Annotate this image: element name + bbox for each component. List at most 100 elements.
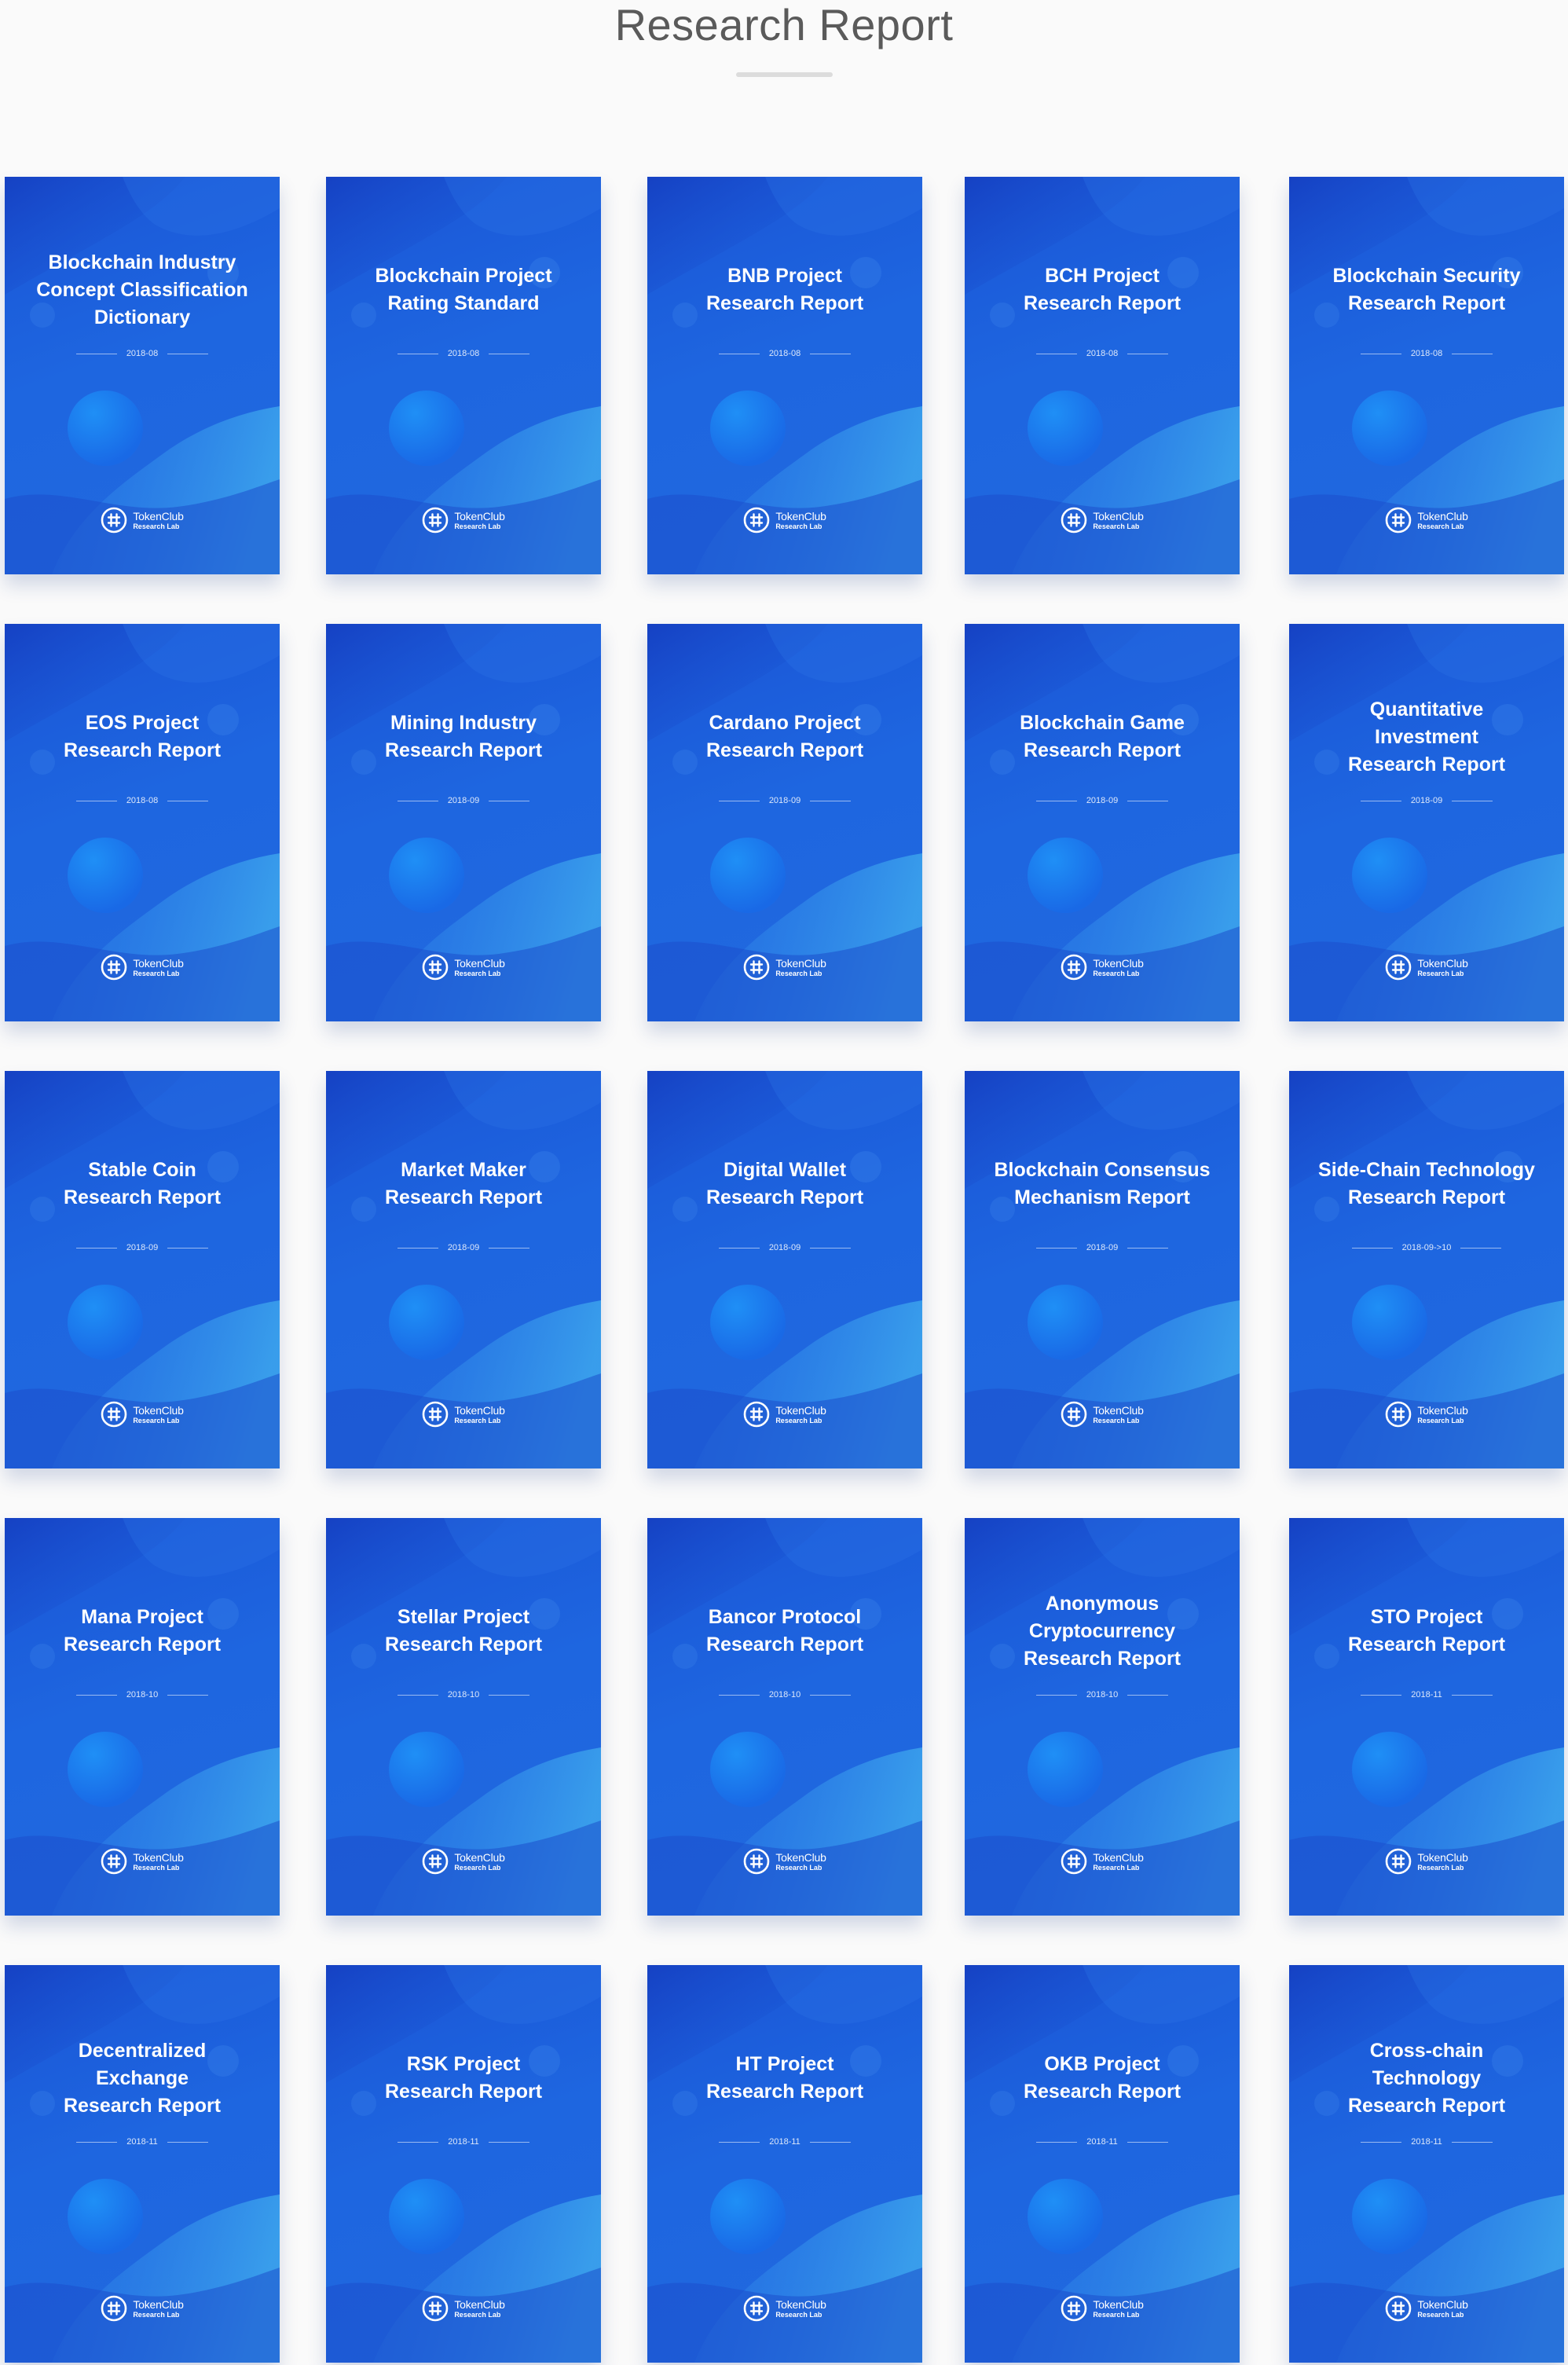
- brand-sub: Research Lab: [454, 522, 501, 530]
- cover-brand: TokenClub Research Lab: [326, 954, 601, 981]
- date-rule-right: [1451, 2141, 1493, 2143]
- cover-title: Cardano Project Research Report: [705, 712, 864, 761]
- cover-date-line: 2018-11: [326, 2136, 601, 2147]
- cover-date-line: 2018-09: [326, 1242, 601, 1253]
- cover-date-line: 2018-11: [647, 2136, 922, 2147]
- brand-text: TokenClub Research Lab: [133, 1852, 184, 1872]
- brand-text: TokenClub Research Lab: [1093, 509, 1144, 530]
- date-rule-left: [1035, 1694, 1077, 1696]
- cover-brand: TokenClub Research Lab: [1289, 954, 1564, 981]
- cover-brand: TokenClub Research Lab: [965, 1401, 1240, 1428]
- brand-name: TokenClub: [454, 2297, 505, 2311]
- brand-sub: Research Lab: [454, 2310, 501, 2319]
- report-cover-22[interactable]: RSK Project Research Report 2018-11 Toke…: [326, 1965, 601, 2363]
- report-cover-12[interactable]: Market Maker Research Report 2018-09 Tok…: [326, 1071, 601, 1468]
- cover-date: 2018-10: [768, 1690, 801, 1700]
- cover-brand: TokenClub Research Lab: [1289, 1401, 1564, 1428]
- brand-text: TokenClub Research Lab: [133, 511, 184, 530]
- cover-title: Cross-chain Technology Research Report: [1347, 2040, 1506, 2117]
- brand-text: TokenClub Research Lab: [775, 1852, 826, 1872]
- cover-date: 2018-11: [1411, 2137, 1442, 2147]
- cover-brand: TokenClub Research Lab: [5, 507, 280, 534]
- report-cover-17[interactable]: Stellar Project Research Report 2018-10 …: [326, 1518, 601, 1916]
- brand-name: TokenClub: [1093, 509, 1144, 522]
- research-report-page: Research Report Blockchain Industry Conc…: [0, 0, 1568, 2365]
- brand-text: TokenClub Research Lab: [775, 958, 826, 977]
- brand-text: TokenClub Research Lab: [133, 1405, 184, 1424]
- date-rule-right: [489, 1694, 530, 1696]
- report-cover-4[interactable]: BCH Project Research Report 2018-08 Toke…: [965, 177, 1240, 574]
- date-rule-left: [718, 1694, 760, 1696]
- brand-sub: Research Lab: [775, 1416, 822, 1424]
- tokenclub-logo-icon: [744, 954, 770, 981]
- tokenclub-logo-icon: [101, 507, 127, 534]
- report-cover-11[interactable]: Stable Coin Research Report 2018-09 Toke…: [5, 1071, 280, 1468]
- report-cover-16[interactable]: Mana Project Research Report 2018-10 Tok…: [5, 1518, 280, 1916]
- cover-title: OKB Project Research Report: [1023, 2053, 1181, 2103]
- cover-brand: TokenClub Research Lab: [5, 1401, 280, 1428]
- report-cover-8[interactable]: Cardano Project Research Report 2018-09 …: [647, 624, 922, 1021]
- brand-text: TokenClub Research Lab: [1093, 1405, 1144, 1424]
- date-rule-right: [1127, 2141, 1168, 2143]
- report-cover-3[interactable]: BNB Project Research Report 2018-08 Toke…: [647, 177, 922, 574]
- date-rule-left: [1036, 2141, 1078, 2143]
- brand-name: TokenClub: [1093, 2297, 1144, 2311]
- cover-date-line: 2018-09: [965, 1242, 1240, 1253]
- report-cover-25[interactable]: Cross-chain Technology Research Report 2…: [1289, 1965, 1564, 2363]
- brand-name: TokenClub: [1093, 1850, 1144, 1864]
- cover-title: Blockchain Industry Concept Classificati…: [36, 251, 248, 328]
- report-cover-24[interactable]: OKB Project Research Report 2018-11 Toke…: [965, 1965, 1240, 2363]
- brand-text: TokenClub Research Lab: [775, 2299, 826, 2319]
- brand-sub: Research Lab: [1093, 969, 1140, 977]
- brand-name: TokenClub: [775, 1850, 826, 1864]
- cover-title: EOS Project Research Report: [63, 712, 222, 761]
- date-rule-right: [810, 1694, 852, 1696]
- report-cover-10[interactable]: Quantitative Investment Research Report …: [1289, 624, 1564, 1021]
- cover-date: 2018-08: [768, 349, 801, 358]
- brand-sub: Research Lab: [454, 1863, 501, 1872]
- report-cover-14[interactable]: Blockchain Consensus Mechanism Report 20…: [965, 1071, 1240, 1468]
- report-cover-9[interactable]: Blockchain Game Research Report 2018-09 …: [965, 624, 1240, 1021]
- cover-date-line: 2018-08: [5, 348, 280, 359]
- brand-text: TokenClub Research Lab: [1417, 1405, 1468, 1424]
- cover-title: HT Project Research Report: [705, 2053, 864, 2103]
- tokenclub-logo-icon: [744, 1848, 770, 1875]
- cover-title: Blockchain Project Rating Standard: [375, 265, 552, 314]
- report-cover-19[interactable]: Anonymous Cryptocurrency Research Report…: [965, 1518, 1240, 1916]
- cover-date: 2018-09: [1086, 796, 1119, 805]
- date-rule-right: [488, 2141, 529, 2143]
- cover-brand: TokenClub Research Lab: [965, 954, 1240, 981]
- brand-name: TokenClub: [775, 956, 826, 970]
- brand-name: TokenClub: [454, 509, 505, 522]
- cover-date: 2018-09: [768, 1243, 801, 1252]
- cover-date-line: 2018-08: [965, 348, 1240, 359]
- cover-brand: TokenClub Research Lab: [965, 1848, 1240, 1875]
- brand-sub: Research Lab: [133, 969, 180, 977]
- report-cover-15[interactable]: Side-Chain Technology Research Report 20…: [1289, 1071, 1564, 1468]
- brand-name: TokenClub: [775, 509, 826, 522]
- brand-name: TokenClub: [1417, 956, 1468, 970]
- brand-text: TokenClub Research Lab: [1093, 1850, 1144, 1872]
- brand-text: TokenClub Research Lab: [454, 1852, 505, 1872]
- date-rule-right: [809, 2141, 851, 2143]
- report-cover-13[interactable]: Digital Wallet Research Report 2018-09 T…: [647, 1071, 922, 1468]
- cover-date-line: 2018-09: [5, 1242, 280, 1253]
- report-cover-6[interactable]: EOS Project Research Report 2018-08 Toke…: [5, 624, 280, 1021]
- report-cover-2[interactable]: Blockchain Project Rating Standard 2018-…: [326, 177, 601, 574]
- date-rule-left: [397, 1694, 438, 1696]
- brand-sub: Research Lab: [454, 969, 501, 977]
- report-cover-7[interactable]: Mining Industry Research Report 2018-09 …: [326, 624, 601, 1021]
- date-rule-right: [1127, 1694, 1169, 1696]
- report-cover-5[interactable]: Blockchain Security Research Report 2018…: [1289, 177, 1564, 574]
- report-cover-20[interactable]: STO Project Research Report 2018-11 Toke…: [1289, 1518, 1564, 1916]
- brand-sub: Research Lab: [775, 1863, 822, 1872]
- report-cover-18[interactable]: Bancor Protocol Research Report 2018-10 …: [647, 1518, 922, 1916]
- cover-title: STO Project Research Report: [1347, 1606, 1506, 1656]
- cover-brand: TokenClub Research Lab: [647, 507, 922, 534]
- cover-brand: TokenClub Research Lab: [1289, 2295, 1564, 2322]
- report-cover-1[interactable]: Blockchain Industry Concept Classificati…: [5, 177, 280, 574]
- report-cover-23[interactable]: HT Project Research Report 2018-11 Token…: [647, 1965, 922, 2363]
- report-cover-21[interactable]: Decentralized Exchange Research Report 2…: [5, 1965, 280, 2363]
- cover-title: Side-Chain Technology Research Report: [1318, 1159, 1535, 1208]
- brand-sub: Research Lab: [775, 969, 822, 977]
